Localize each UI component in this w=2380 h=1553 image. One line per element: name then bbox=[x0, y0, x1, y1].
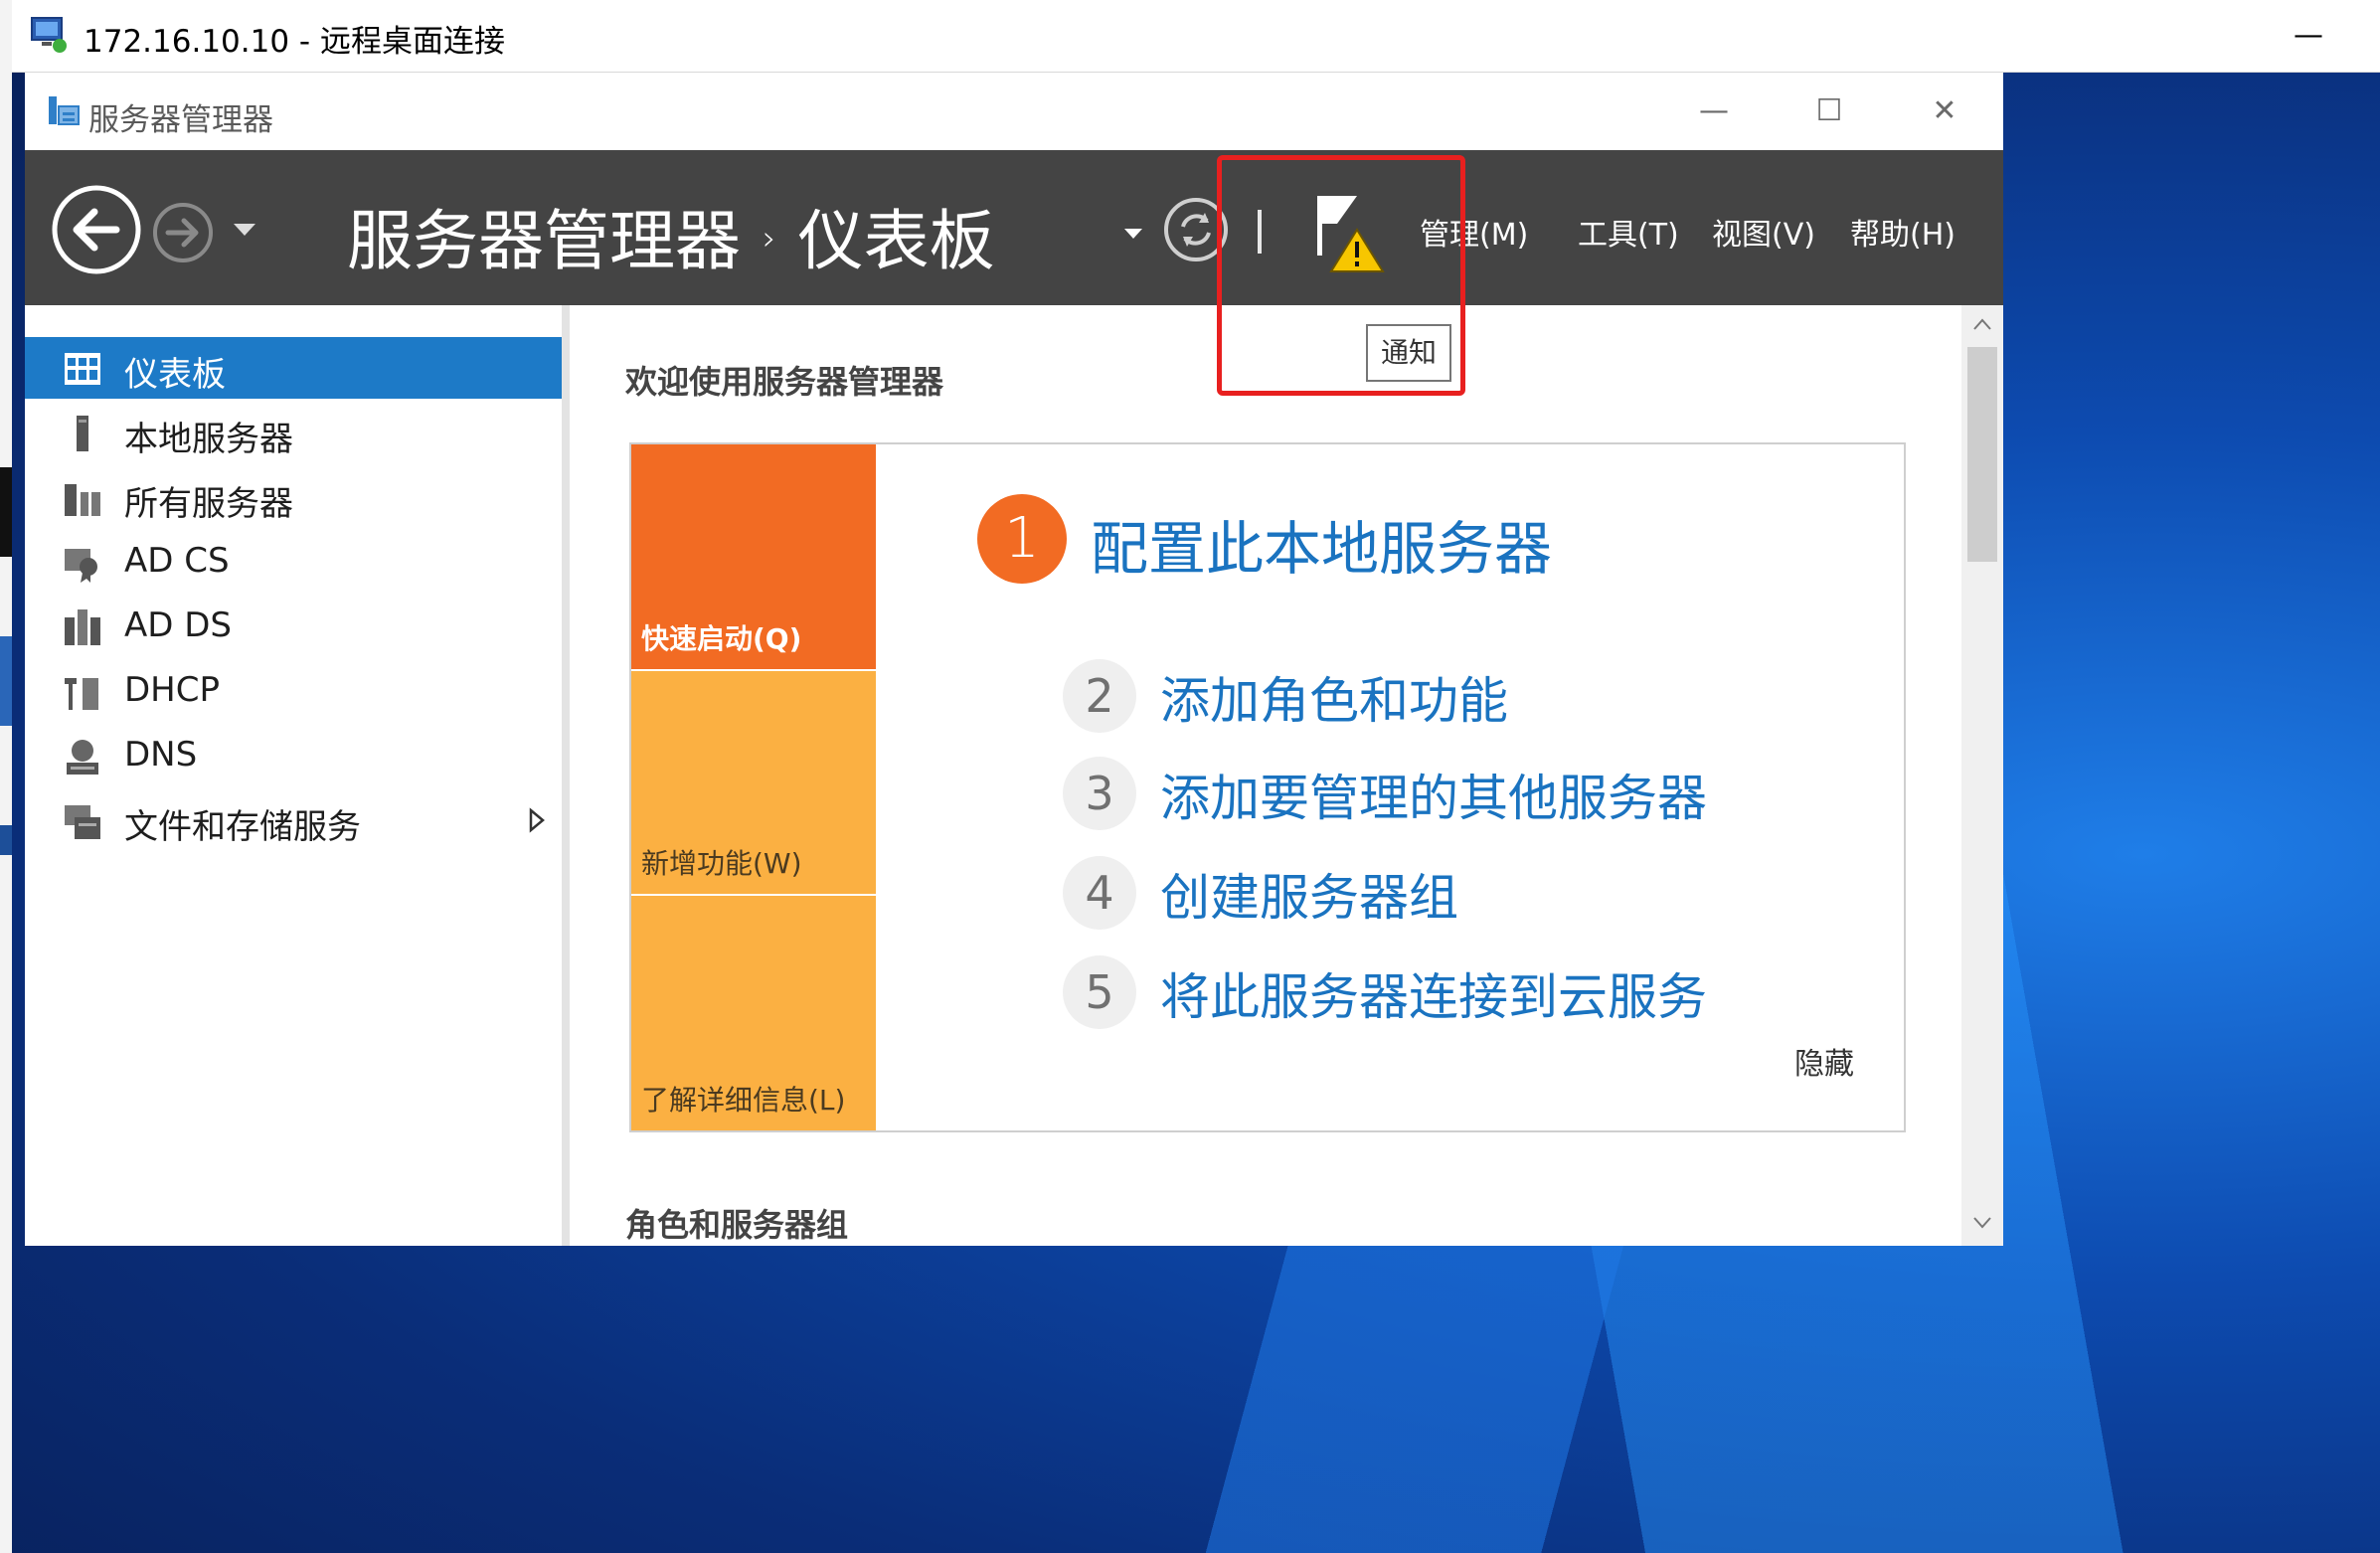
dhcp-icon bbox=[65, 678, 98, 710]
sidebar-item-label: DHCP bbox=[124, 670, 220, 710]
rdp-minimize-button[interactable]: — bbox=[2279, 12, 2338, 60]
dns-icon bbox=[67, 740, 98, 775]
tile-quick-start[interactable]: 快速启动(Q) bbox=[631, 444, 876, 669]
hide-link[interactable]: 隐藏 bbox=[1794, 1039, 1854, 1083]
menu-help[interactable]: 帮助(H) bbox=[1850, 210, 1955, 254]
step-link-create-group[interactable]: 创建服务器组 bbox=[1160, 858, 1458, 930]
tile-label: 新增功能(W) bbox=[641, 847, 802, 880]
sidebar-item-local-server[interactable]: 本地服务器 bbox=[25, 402, 562, 463]
background-window-strip bbox=[0, 0, 12, 1553]
breadcrumb-separator-icon: › bbox=[763, 219, 776, 259]
remote-desktop-icon bbox=[31, 17, 67, 53]
step-number-4: 4 bbox=[1063, 856, 1136, 930]
server-manager-app-icon bbox=[49, 96, 80, 125]
sidebar-item-ad-ds[interactable]: AD DS bbox=[25, 596, 562, 657]
sidebar-item-dashboard[interactable]: 仪表板 bbox=[25, 337, 562, 399]
sidebar-item-label: AD DS bbox=[124, 605, 233, 645]
annotation-highlight-box bbox=[1217, 155, 1465, 396]
sidebar-item-all-servers[interactable]: 所有服务器 bbox=[25, 466, 562, 528]
sidebar-item-label: AD CS bbox=[124, 541, 230, 581]
vertical-scrollbar[interactable] bbox=[1961, 305, 2003, 1246]
rdp-window-title: 172.16.10.10 - 远程桌面连接 bbox=[84, 24, 505, 60]
scroll-up-icon[interactable] bbox=[1971, 315, 1993, 333]
welcome-heading: 欢迎使用服务器管理器 bbox=[625, 363, 944, 401]
file-storage-icon bbox=[65, 805, 100, 839]
server-manager-window: 服务器管理器 — ☐ ✕ 服务器管理器 › 仪表板 管理(M) 工具(T) 视图… bbox=[25, 73, 2003, 1246]
sm-titlebar: 服务器管理器 — ☐ ✕ bbox=[25, 73, 2003, 150]
forward-arrow-icon[interactable] bbox=[152, 202, 214, 263]
step-number-2: 2 bbox=[1063, 659, 1136, 733]
step-number-1: 1 bbox=[977, 494, 1067, 584]
sm-window-title: 服务器管理器 bbox=[88, 102, 273, 138]
maximize-button[interactable]: ☐ bbox=[1794, 88, 1864, 134]
step-number-5: 5 bbox=[1063, 955, 1136, 1029]
sidebar-item-label: 仪表板 bbox=[124, 355, 226, 395]
step-link-add-roles[interactable]: 添加角色和功能 bbox=[1160, 661, 1508, 733]
history-dropdown-icon[interactable] bbox=[232, 216, 257, 242]
sidebar-item-ad-cs[interactable]: AD CS bbox=[25, 531, 562, 593]
back-arrow-icon[interactable] bbox=[51, 184, 142, 275]
tile-whats-new[interactable]: 新增功能(W) bbox=[631, 671, 876, 894]
dashboard-icon bbox=[65, 353, 100, 385]
rdp-titlebar: 172.16.10.10 - 远程桌面连接 — bbox=[12, 0, 2380, 73]
certificate-icon bbox=[65, 549, 97, 583]
roles-heading: 角色和服务器组 bbox=[625, 1206, 849, 1244]
step-link-add-servers[interactable]: 添加要管理的其他服务器 bbox=[1160, 759, 1707, 830]
sidebar-item-label: 所有服务器 bbox=[124, 484, 293, 524]
menu-tools[interactable]: 工具(T) bbox=[1578, 210, 1679, 254]
sidebar-item-dns[interactable]: DNS bbox=[25, 725, 562, 786]
quick-start-panel: 快速启动(Q) 新增功能(W) 了解详细信息(L) 1 配置此本地服务器 2 添… bbox=[629, 442, 1906, 1132]
breadcrumb-current: 仪表板 bbox=[797, 203, 995, 279]
server-icon bbox=[77, 416, 88, 451]
menu-view[interactable]: 视图(V) bbox=[1712, 210, 1815, 254]
breadcrumb-root: 服务器管理器 bbox=[347, 203, 741, 279]
step-link-cloud-services[interactable]: 将此服务器连接到云服务 bbox=[1160, 957, 1707, 1029]
sidebar: 仪表板 本地服务器 所有服务器 AD CS AD DS DHCP DNS 文件和… bbox=[25, 305, 570, 1246]
servers-icon bbox=[65, 484, 100, 516]
step-link-configure-local-server[interactable]: 配置此本地服务器 bbox=[1091, 502, 1552, 586]
scroll-thumb[interactable] bbox=[1967, 347, 1997, 562]
tile-label: 了解详细信息(L) bbox=[641, 1084, 846, 1117]
sm-header-bar: 服务器管理器 › 仪表板 管理(M) 工具(T) 视图(V) 帮助(H) bbox=[25, 150, 2003, 305]
minimize-button[interactable]: — bbox=[1679, 88, 1749, 134]
directory-icon bbox=[65, 609, 100, 645]
tile-label: 快速启动(Q) bbox=[641, 622, 802, 655]
breadcrumb-dropdown-icon[interactable] bbox=[1121, 223, 1145, 243]
tile-learn-more[interactable]: 了解详细信息(L) bbox=[631, 896, 876, 1130]
sidebar-item-label: 文件和存储服务 bbox=[124, 807, 361, 847]
dashboard-content: 欢迎使用服务器管理器 快速启动(Q) 新增功能(W) 了解详细信息(L) 1 配… bbox=[570, 305, 1961, 1246]
close-button[interactable]: ✕ bbox=[1910, 88, 1979, 134]
sidebar-item-label: 本地服务器 bbox=[124, 420, 293, 459]
step-number-3: 3 bbox=[1063, 757, 1136, 830]
sidebar-item-label: DNS bbox=[124, 735, 198, 775]
sidebar-item-file-storage[interactable]: 文件和存储服务 bbox=[25, 789, 562, 851]
sidebar-item-dhcp[interactable]: DHCP bbox=[25, 660, 562, 722]
scroll-down-icon[interactable] bbox=[1971, 1214, 1993, 1232]
breadcrumb: 服务器管理器 › 仪表板 bbox=[347, 188, 995, 283]
expand-arrow-icon[interactable] bbox=[528, 807, 546, 833]
